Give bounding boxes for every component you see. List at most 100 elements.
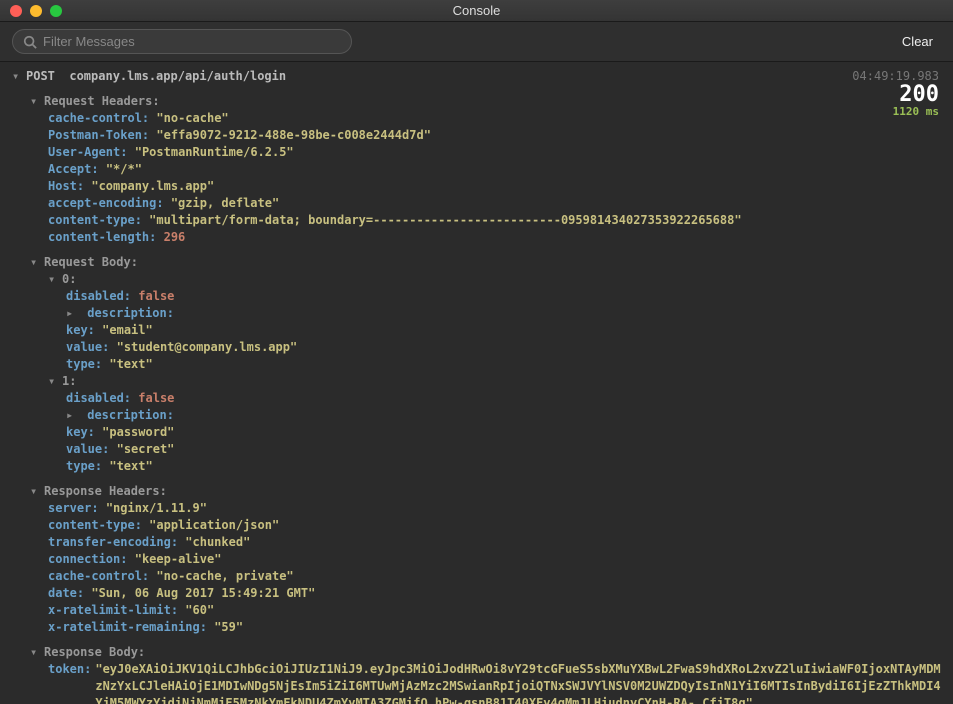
header-row: content-length: 296 — [48, 229, 943, 246]
response-headers-section: ▾Response Headers: server: "nginx/1.11.9… — [30, 483, 943, 636]
chevron-down-icon[interactable]: ▾ — [48, 271, 58, 288]
header-row: transfer-encoding: "chunked" — [48, 534, 943, 551]
field-key: key: — [66, 323, 95, 337]
chevron-down-icon[interactable]: ▾ — [30, 93, 40, 110]
body-item: ▾1: disabled: false ▸ description: key: … — [48, 373, 943, 475]
header-value: "PostmanRuntime/6.2.5" — [135, 145, 294, 159]
header-row: Accept: "*/*" — [48, 161, 943, 178]
http-method: POST — [26, 68, 55, 85]
header-row: content-type: "multipart/form-data; boun… — [48, 212, 943, 229]
header-row: Postman-Token: "effa9072-9212-488e-98be-… — [48, 127, 943, 144]
header-key: cache-control: — [48, 569, 149, 583]
body-index: 1: — [62, 373, 76, 390]
header-row: x-ratelimit-remaining: "59" — [48, 619, 943, 636]
chevron-down-icon[interactable]: ▾ — [30, 254, 40, 271]
chevron-right-icon[interactable]: ▸ — [66, 305, 76, 322]
section-title: Response Headers: — [44, 483, 167, 500]
field-key: disabled: — [66, 391, 131, 405]
field-value: "text" — [109, 357, 152, 371]
header-row: cache-control: "no-cache, private" — [48, 568, 943, 585]
section-title: Request Body: — [44, 254, 138, 271]
header-value: "effa9072-9212-488e-98be-c008e2444d7d" — [156, 128, 431, 142]
chevron-right-icon[interactable]: ▸ — [66, 407, 76, 424]
header-key: Host: — [48, 179, 84, 193]
header-value: "60" — [185, 603, 214, 617]
field-value: "text" — [109, 459, 152, 473]
search-icon — [23, 35, 37, 49]
header-key: x-ratelimit-remaining: — [48, 620, 207, 634]
header-key: x-ratelimit-limit: — [48, 603, 178, 617]
field-key: description: — [87, 408, 174, 422]
field-value: false — [138, 289, 174, 303]
status-code: 200 — [893, 86, 939, 103]
chevron-down-icon[interactable]: ▾ — [30, 483, 40, 500]
token-key: token: — [48, 661, 91, 704]
header-value: "gzip, deflate" — [171, 196, 279, 210]
header-value: "application/json" — [149, 518, 279, 532]
header-row: date: "Sun, 06 Aug 2017 15:49:21 GMT" — [48, 585, 943, 602]
header-key: connection: — [48, 552, 127, 566]
header-key: transfer-encoding: — [48, 535, 178, 549]
header-row: accept-encoding: "gzip, deflate" — [48, 195, 943, 212]
section-title: Response Body: — [44, 644, 145, 661]
filter-input[interactable] — [43, 34, 341, 49]
header-row: User-Agent: "PostmanRuntime/6.2.5" — [48, 144, 943, 161]
field-value: "secret" — [117, 442, 175, 456]
header-value: "chunked" — [185, 535, 250, 549]
field-value: "email" — [102, 323, 153, 337]
field-key: value: — [66, 442, 109, 456]
chevron-down-icon[interactable]: ▾ — [48, 373, 58, 390]
header-value: "*/*" — [106, 162, 142, 176]
header-key: Accept: — [48, 162, 99, 176]
log-entry: ▾ POST company.lms.app/api/auth/login 04… — [12, 68, 943, 704]
header-key: User-Agent: — [48, 145, 127, 159]
header-value: "no-cache, private" — [156, 569, 293, 583]
field-key: type: — [66, 459, 102, 473]
header-value: "keep-alive" — [135, 552, 222, 566]
header-key: accept-encoding: — [48, 196, 164, 210]
chevron-down-icon[interactable]: ▾ — [12, 68, 22, 85]
header-key: content-type: — [48, 518, 142, 532]
section-title: Request Headers: — [44, 93, 160, 110]
request-body-section: ▾Request Body: ▾0: disabled: false ▸ des… — [30, 254, 943, 475]
header-value: "59" — [214, 620, 243, 634]
header-value: 296 — [164, 230, 186, 244]
field-key: description: — [87, 306, 174, 320]
header-row: cache-control: "no-cache" — [48, 110, 943, 127]
field-key: value: — [66, 340, 109, 354]
header-value: "Sun, 06 Aug 2017 15:49:21 GMT" — [91, 586, 315, 600]
body-item: ▾0: disabled: false ▸ description: key: … — [48, 271, 943, 373]
header-key: server: — [48, 501, 99, 515]
chevron-down-icon[interactable]: ▾ — [30, 644, 40, 661]
header-row: Host: "company.lms.app" — [48, 178, 943, 195]
console-toolbar: Clear — [0, 22, 953, 62]
header-key: cache-control: — [48, 111, 149, 125]
field-value: "student@company.lms.app" — [117, 340, 298, 354]
window-titlebar: Console — [0, 0, 953, 22]
request-headers-section: ▾Request Headers: cache-control: "no-cac… — [30, 93, 943, 246]
console-log-area[interactable]: ▾ POST company.lms.app/api/auth/login 04… — [0, 62, 953, 704]
header-value: "nginx/1.11.9" — [106, 501, 207, 515]
header-key: Postman-Token: — [48, 128, 149, 142]
filter-field-wrap[interactable] — [12, 29, 352, 54]
header-value: "company.lms.app" — [91, 179, 214, 193]
header-value: "no-cache" — [156, 111, 228, 125]
field-value: "password" — [102, 425, 174, 439]
header-row: content-type: "application/json" — [48, 517, 943, 534]
header-key: content-length: — [48, 230, 156, 244]
token-value: "eyJ0eXAiOiJKV1QiLCJhbGciOiJIUzI1NiJ9.ey… — [95, 661, 943, 704]
clear-button[interactable]: Clear — [894, 30, 941, 53]
header-value: "multipart/form-data; boundary=---------… — [149, 213, 741, 227]
request-url: company.lms.app/api/auth/login — [69, 68, 286, 85]
header-row: x-ratelimit-limit: "60" — [48, 602, 943, 619]
field-value: false — [138, 391, 174, 405]
header-row: server: "nginx/1.11.9" — [48, 500, 943, 517]
response-duration: 1120 ms — [893, 103, 939, 120]
field-key: type: — [66, 357, 102, 371]
field-key: key: — [66, 425, 95, 439]
response-body-section: ▾Response Body: token: "eyJ0eXAiOiJKV1Qi… — [30, 644, 943, 704]
header-key: date: — [48, 586, 84, 600]
response-status: 200 1120 ms — [893, 86, 939, 120]
window-title: Console — [0, 3, 953, 18]
body-index: 0: — [62, 271, 76, 288]
